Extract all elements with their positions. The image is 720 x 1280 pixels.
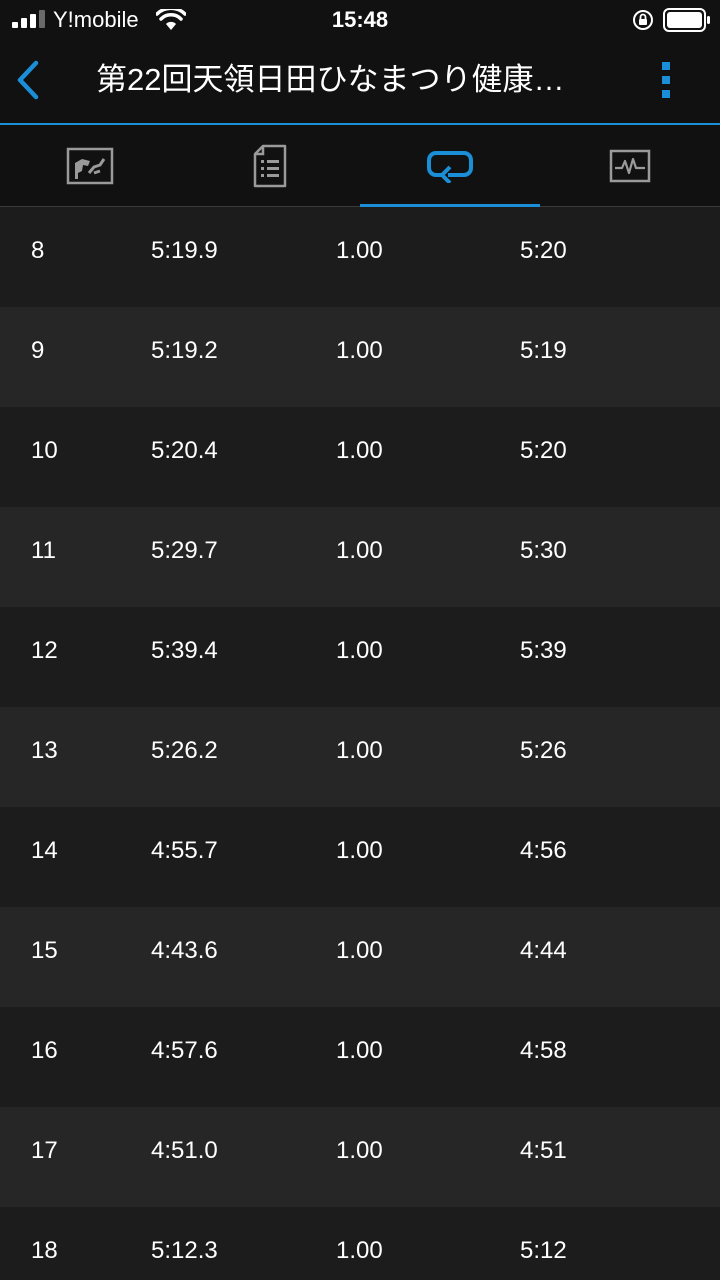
lap-distance: 1.00 (336, 1237, 383, 1264)
lap-number: 18 (31, 1237, 58, 1264)
more-dot-icon (662, 76, 670, 84)
lap-time: 4:43.6 (151, 937, 218, 964)
lap-pace: 4:58 (520, 1037, 567, 1064)
orientation-lock-icon (633, 10, 653, 30)
lap-distance: 1.00 (336, 837, 383, 864)
lap-time: 5:26.2 (151, 737, 218, 764)
lap-pace: 5:39 (520, 637, 567, 664)
lap-pace: 5:19 (520, 337, 567, 364)
lap-pace: 5:20 (520, 437, 567, 464)
lap-row[interactable]: 10 5:20.4 1.00 5:20 (0, 407, 720, 507)
status-bar: Y!mobile 15:48 (0, 0, 720, 40)
lap-distance: 1.00 (336, 1137, 383, 1164)
tab-map[interactable] (0, 125, 180, 206)
lap-number: 8 (31, 237, 45, 264)
lap-row[interactable]: 15 4:43.6 1.00 4:44 (0, 907, 720, 1007)
lap-number: 15 (31, 937, 58, 964)
lap-distance: 1.00 (336, 437, 383, 464)
lap-number: 17 (31, 1137, 58, 1164)
app-screen: Y!mobile 15:48 第22回天領日田ひなまつり健康… 8 5:19.9… (0, 0, 720, 1280)
lap-distance: 1.00 (336, 537, 383, 564)
lap-distance: 1.00 (336, 237, 383, 264)
lap-time: 5:12.3 (151, 1237, 218, 1264)
lap-number: 9 (31, 337, 45, 364)
lap-row[interactable]: 9 5:19.2 1.00 5:19 (0, 307, 720, 407)
tab-bar (0, 125, 720, 207)
lap-pace: 5:26 (520, 737, 567, 764)
chart-activity-icon (609, 149, 651, 182)
lap-row[interactable]: 17 4:51.0 1.00 4:51 (0, 1107, 720, 1207)
lap-number: 16 (31, 1037, 58, 1064)
lap-row[interactable]: 13 5:26.2 1.00 5:26 (0, 707, 720, 807)
lap-number: 10 (31, 437, 58, 464)
lap-distance: 1.00 (336, 337, 383, 364)
summary-document-icon (253, 144, 287, 187)
tab-laps[interactable] (360, 125, 540, 207)
lap-number: 14 (31, 837, 58, 864)
tab-summary[interactable] (180, 125, 360, 206)
lap-time: 4:51.0 (151, 1137, 218, 1164)
lap-row[interactable]: 18 5:12.3 1.00 5:12 (0, 1207, 720, 1280)
lap-distance: 1.00 (336, 637, 383, 664)
more-options-button[interactable] (650, 54, 682, 106)
lap-pace: 4:51 (520, 1137, 567, 1164)
lap-time: 5:29.7 (151, 537, 218, 564)
lap-row[interactable]: 11 5:29.7 1.00 5:30 (0, 507, 720, 607)
lap-row[interactable]: 16 4:57.6 1.00 4:58 (0, 1007, 720, 1107)
status-time: 15:48 (331, 7, 389, 32)
laps-list: 8 5:19.9 1.00 5:20 9 5:19.2 1.00 5:19 10… (0, 207, 720, 1280)
lap-distance: 1.00 (336, 1037, 383, 1064)
lap-pace: 5:30 (520, 537, 567, 564)
battery-icon (663, 8, 710, 32)
laps-repeat-icon (427, 150, 473, 183)
lap-pace: 5:12 (520, 1237, 567, 1264)
chevron-left-icon (17, 60, 39, 100)
lap-time: 5:19.9 (151, 237, 218, 264)
lap-time: 4:55.7 (151, 837, 218, 864)
map-icon (66, 147, 114, 184)
more-dot-icon (662, 62, 670, 70)
lap-time: 5:20.4 (151, 437, 218, 464)
lap-row[interactable]: 14 4:55.7 1.00 4:56 (0, 807, 720, 907)
lap-row[interactable]: 8 5:19.9 1.00 5:20 (0, 207, 720, 307)
lap-pace: 4:44 (520, 937, 567, 964)
lap-time: 5:19.2 (151, 337, 218, 364)
activity-title: 第22回天領日田ひなまつり健康… (96, 62, 565, 97)
lap-number: 12 (31, 637, 58, 664)
more-dot-icon (662, 90, 670, 98)
tab-charts[interactable] (540, 125, 720, 206)
lap-pace: 5:20 (520, 237, 567, 264)
lap-time: 5:39.4 (151, 637, 218, 664)
lap-pace: 4:56 (520, 837, 567, 864)
lap-distance: 1.00 (336, 737, 383, 764)
navigation-bar: 第22回天領日田ひなまつり健康… (0, 40, 720, 125)
back-button[interactable] (8, 54, 52, 106)
lap-number: 11 (31, 537, 56, 564)
lap-distance: 1.00 (336, 937, 383, 964)
lap-time: 4:57.6 (151, 1037, 218, 1064)
lap-row[interactable]: 12 5:39.4 1.00 5:39 (0, 607, 720, 707)
lap-number: 13 (31, 737, 58, 764)
